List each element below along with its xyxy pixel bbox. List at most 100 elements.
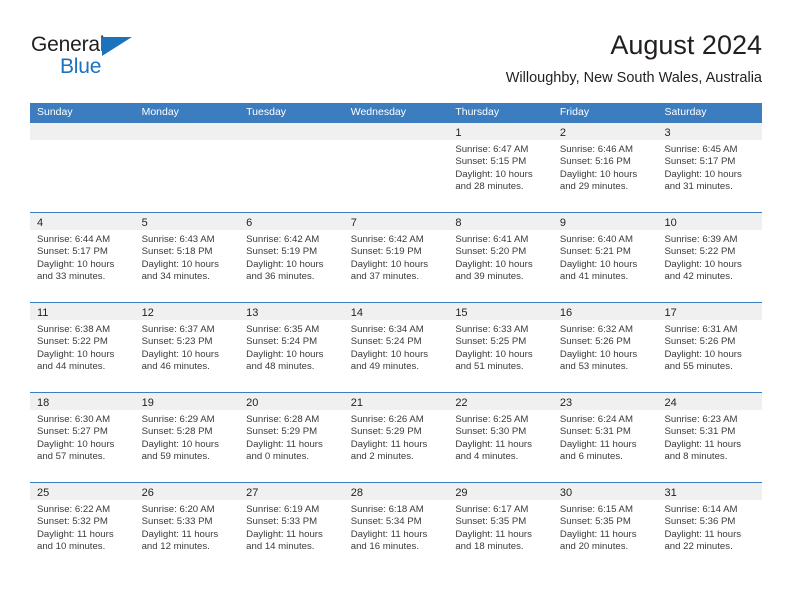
day-cell[interactable]: 29 Sunrise: 6:17 AM Sunset: 5:35 PM Dayl… <box>448 482 553 570</box>
day-cell[interactable]: 22 Sunrise: 6:25 AM Sunset: 5:30 PM Dayl… <box>448 392 553 482</box>
sunrise-text: Sunrise: 6:25 AM <box>455 414 529 425</box>
day-number-band: 8 <box>448 213 553 230</box>
sunrise-text: Sunrise: 6:42 AM <box>350 234 424 245</box>
day-cell[interactable]: 30 Sunrise: 6:15 AM Sunset: 5:35 PM Dayl… <box>552 482 658 570</box>
day-cell[interactable]: 11 Sunrise: 6:38 AM Sunset: 5:22 PM Dayl… <box>30 302 135 392</box>
day-cell[interactable]: 8 Sunrise: 6:41 AM Sunset: 5:20 PM Dayli… <box>448 212 553 302</box>
daylight-text-line2: and 18 minutes. <box>455 541 524 553</box>
day-cell[interactable]: 10 Sunrise: 6:39 AM Sunset: 5:22 PM Dayl… <box>657 212 763 302</box>
daylight-text-line2: and 28 minutes. <box>455 181 524 193</box>
sunrise-text: Sunrise: 6:17 AM <box>455 504 529 515</box>
day-number: 4 <box>37 217 44 229</box>
day-cell[interactable]: 17 Sunrise: 6:31 AM Sunset: 5:26 PM Dayl… <box>657 302 763 392</box>
day-cell[interactable]: 12 Sunrise: 6:37 AM Sunset: 5:23 PM Dayl… <box>134 302 240 392</box>
day-cell[interactable]: 19 Sunrise: 6:29 AM Sunset: 5:28 PM Dayl… <box>134 392 240 482</box>
day-body: Sunrise: 6:20 AM Sunset: 5:33 PM Dayligh… <box>135 500 240 554</box>
daylight-text-line2: and 46 minutes. <box>141 361 210 373</box>
day-cell[interactable]: 21 Sunrise: 6:26 AM Sunset: 5:29 PM Dayl… <box>343 392 449 482</box>
week-row: 4 Sunrise: 6:44 AM Sunset: 5:17 PM Dayli… <box>30 212 763 302</box>
day-number: 17 <box>664 307 677 319</box>
day-cell[interactable]: 3 Sunrise: 6:45 AM Sunset: 5:17 PM Dayli… <box>657 122 763 212</box>
sunrise-text: Sunrise: 6:43 AM <box>141 234 215 245</box>
day-cell[interactable]: 7 Sunrise: 6:42 AM Sunset: 5:19 PM Dayli… <box>343 212 449 302</box>
day-number-band: 11 <box>30 303 135 320</box>
day-number: 1 <box>455 127 462 139</box>
day-cell[interactable]: 16 Sunrise: 6:32 AM Sunset: 5:26 PM Dayl… <box>552 302 658 392</box>
daylight-text-line2: and 16 minutes. <box>350 541 420 553</box>
day-cell[interactable]: 28 Sunrise: 6:18 AM Sunset: 5:34 PM Dayl… <box>343 482 449 570</box>
day-number-band: 18 <box>30 393 135 410</box>
day-number-band: 24 <box>657 393 763 410</box>
daylight-text-line1: Daylight: 10 hours <box>141 438 219 450</box>
sunset-text: Sunset: 5:15 PM <box>455 156 527 168</box>
daylight-text-line2: and 10 minutes. <box>37 541 106 553</box>
sunrise-text: Sunrise: 6:39 AM <box>664 234 738 245</box>
day-cell[interactable]: 9 Sunrise: 6:40 AM Sunset: 5:21 PM Dayli… <box>552 212 658 302</box>
day-number: 21 <box>350 397 363 409</box>
day-number: 18 <box>37 397 50 409</box>
day-number-band: 25 <box>30 483 135 500</box>
day-cell[interactable]: 24 Sunrise: 6:23 AM Sunset: 5:31 PM Dayl… <box>657 392 763 482</box>
daylight-text-line1: Daylight: 10 hours <box>664 348 742 360</box>
daylight-text-line1: Daylight: 10 hours <box>141 258 219 270</box>
day-number-band: 20 <box>239 393 344 410</box>
day-cell[interactable]: 2 Sunrise: 6:46 AM Sunset: 5:16 PM Dayli… <box>552 122 658 212</box>
day-number-band: 29 <box>448 483 553 500</box>
sunrise-text: Sunrise: 6:35 AM <box>246 324 320 335</box>
sunset-text: Sunset: 5:28 PM <box>141 426 213 438</box>
day-body: Sunrise: 6:19 AM Sunset: 5:33 PM Dayligh… <box>239 500 344 554</box>
sunrise-text: Sunrise: 6:23 AM <box>664 414 738 425</box>
day-number-band: 23 <box>552 393 658 410</box>
day-body: Sunrise: 6:47 AM Sunset: 5:15 PM Dayligh… <box>448 140 553 194</box>
day-cell[interactable]: 26 Sunrise: 6:20 AM Sunset: 5:33 PM Dayl… <box>134 482 240 570</box>
daylight-text-line2: and 0 minutes. <box>246 451 310 463</box>
day-number: 29 <box>455 487 468 499</box>
day-cell[interactable]: 23 Sunrise: 6:24 AM Sunset: 5:31 PM Dayl… <box>552 392 658 482</box>
day-number-band: 2 <box>552 123 658 140</box>
daylight-text-line2: and 49 minutes. <box>350 361 420 373</box>
day-cell[interactable]: 13 Sunrise: 6:35 AM Sunset: 5:24 PM Dayl… <box>239 302 344 392</box>
daylight-text-line2: and 51 minutes. <box>455 361 524 373</box>
day-number-band: 27 <box>239 483 344 500</box>
sunrise-text: Sunrise: 6:45 AM <box>664 144 738 155</box>
day-number-band: 15 <box>448 303 553 320</box>
day-body: Sunrise: 6:22 AM Sunset: 5:32 PM Dayligh… <box>30 500 135 554</box>
logo-text-blue: Blue <box>60 55 102 78</box>
day-number-band: 21 <box>343 393 449 410</box>
daylight-text-line2: and 39 minutes. <box>455 271 524 283</box>
daylight-text-line1: Daylight: 11 hours <box>455 528 532 540</box>
day-cell[interactable]: 6 Sunrise: 6:42 AM Sunset: 5:19 PM Dayli… <box>239 212 344 302</box>
day-cell[interactable]: 31 Sunrise: 6:14 AM Sunset: 5:36 PM Dayl… <box>657 482 763 570</box>
day-body: Sunrise: 6:28 AM Sunset: 5:29 PM Dayligh… <box>239 410 344 464</box>
day-body: Sunrise: 6:17 AM Sunset: 5:35 PM Dayligh… <box>448 500 553 554</box>
daylight-text-line1: Daylight: 10 hours <box>37 258 115 270</box>
day-cell[interactable]: 14 Sunrise: 6:34 AM Sunset: 5:24 PM Dayl… <box>343 302 449 392</box>
sunrise-text: Sunrise: 6:34 AM <box>350 324 424 335</box>
sunrise-text: Sunrise: 6:18 AM <box>350 504 424 515</box>
day-body: Sunrise: 6:24 AM Sunset: 5:31 PM Dayligh… <box>553 410 658 464</box>
daylight-text-line2: and 48 minutes. <box>246 361 315 373</box>
daylight-text-line2: and 14 minutes. <box>246 541 315 553</box>
day-body: Sunrise: 6:29 AM Sunset: 5:28 PM Dayligh… <box>135 410 240 464</box>
day-cell[interactable]: 5 Sunrise: 6:43 AM Sunset: 5:18 PM Dayli… <box>134 212 240 302</box>
daylight-text-line1: Daylight: 10 hours <box>455 258 533 270</box>
daylight-text-line2: and 57 minutes. <box>37 451 106 463</box>
day-cell[interactable]: 27 Sunrise: 6:19 AM Sunset: 5:33 PM Dayl… <box>239 482 344 570</box>
day-cell[interactable]: 15 Sunrise: 6:33 AM Sunset: 5:25 PM Dayl… <box>448 302 553 392</box>
day-cell[interactable]: 1 Sunrise: 6:47 AM Sunset: 5:15 PM Dayli… <box>448 122 553 212</box>
sunset-text: Sunset: 5:22 PM <box>664 246 736 258</box>
day-cell[interactable]: 25 Sunrise: 6:22 AM Sunset: 5:32 PM Dayl… <box>30 482 135 570</box>
daylight-text-line1: Daylight: 11 hours <box>455 438 532 450</box>
day-number-band <box>239 123 344 140</box>
sunset-text: Sunset: 5:26 PM <box>559 336 631 348</box>
sunset-text: Sunset: 5:32 PM <box>37 516 108 528</box>
sunrise-text: Sunrise: 6:42 AM <box>246 234 320 245</box>
daylight-text-line1: Daylight: 11 hours <box>246 528 323 540</box>
sunrise-text: Sunrise: 6:19 AM <box>246 504 320 515</box>
daylight-text-line1: Daylight: 11 hours <box>246 438 323 450</box>
day-cell[interactable]: 4 Sunrise: 6:44 AM Sunset: 5:17 PM Dayli… <box>30 212 135 302</box>
day-cell[interactable]: 18 Sunrise: 6:30 AM Sunset: 5:27 PM Dayl… <box>30 392 135 482</box>
day-cell[interactable]: 20 Sunrise: 6:28 AM Sunset: 5:29 PM Dayl… <box>239 392 344 482</box>
daylight-text-line2: and 36 minutes. <box>246 271 315 283</box>
daylight-text-line1: Daylight: 11 hours <box>664 528 742 540</box>
